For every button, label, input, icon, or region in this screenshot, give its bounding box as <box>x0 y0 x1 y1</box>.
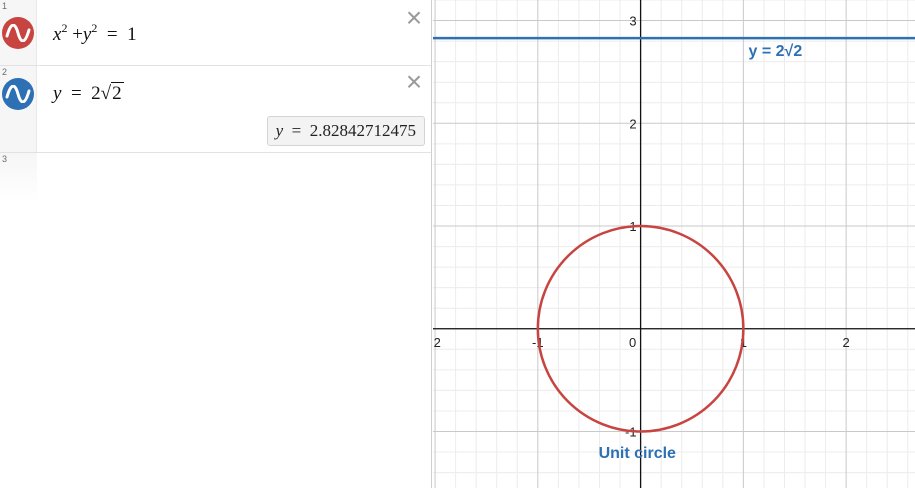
expression-input-2[interactable]: y = 2√2 <box>53 82 124 105</box>
x-tick-label: 2 <box>843 335 850 350</box>
sqrt-symbol: √2 <box>100 82 124 104</box>
wave-icon[interactable] <box>2 17 34 49</box>
x-tick-label: -2 <box>433 335 441 350</box>
minor-gridlines <box>433 0 915 488</box>
y-tick-label: 2 <box>629 116 636 131</box>
expression-index: 1 <box>2 1 8 11</box>
y-tick-label: 3 <box>629 14 636 29</box>
expression-row-3[interactable]: 3 <box>0 153 431 203</box>
expression-row-1[interactable]: 1 x2 +y2 = 1 × <box>0 0 431 66</box>
major-gridlines <box>433 0 915 488</box>
curve-labels: y = 2√2 Unit circle <box>599 43 803 462</box>
delete-expression-button[interactable]: × <box>403 68 425 96</box>
expression-index: 3 <box>2 154 8 164</box>
evaluation-result: y = 2.82842712475 <box>266 116 425 146</box>
expression-index: 2 <box>2 67 8 77</box>
expression-input-1[interactable]: x2 +y2 = 1 <box>53 22 137 46</box>
expression-gutter: 2 <box>0 66 37 152</box>
axes <box>433 0 915 488</box>
line-label: y = 2√2 <box>749 43 803 60</box>
circle-label: Unit circle <box>599 445 676 462</box>
delete-expression-button[interactable]: × <box>403 4 425 32</box>
expression-row-2[interactable]: 2 y = 2√2 × y = 2.82842712475 <box>0 66 431 153</box>
graph-canvas[interactable]: -2-1012321-1 y = 2√2Unit circle <box>433 0 915 488</box>
expression-list: 1 x2 +y2 = 1 × 2 y = 2√2 × y = 2.8284271… <box>0 0 432 488</box>
x-tick-label: 0 <box>629 335 636 350</box>
curves <box>433 36 915 433</box>
wave-icon[interactable] <box>2 78 34 110</box>
expression-gutter: 3 <box>0 153 37 203</box>
expression-gutter: 1 <box>0 0 37 65</box>
